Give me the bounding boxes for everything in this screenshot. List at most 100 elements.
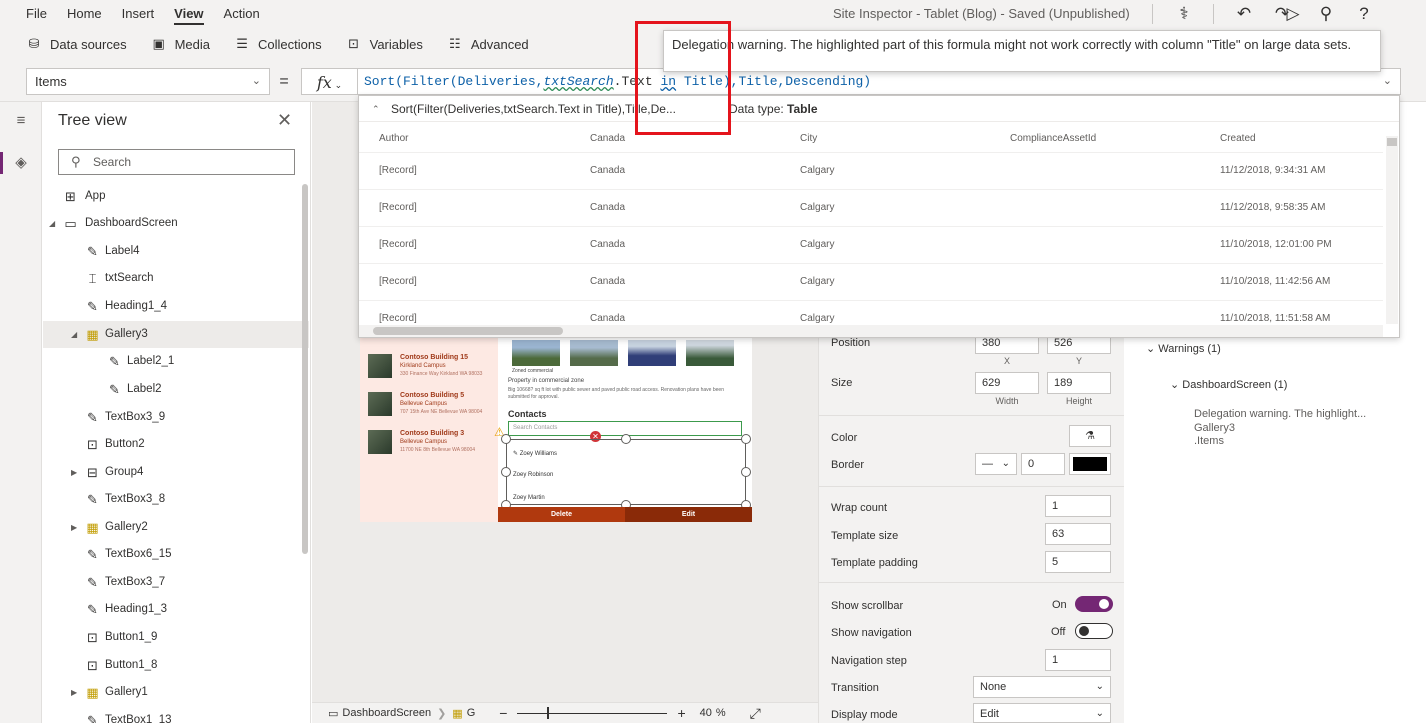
- building-campus: Bellevue Campus: [400, 401, 448, 407]
- contacts-gallery[interactable]: ✎ Zoey Williams Zoey Robinson Zoey Marti…: [506, 439, 746, 505]
- menu-file[interactable]: File: [0, 0, 57, 28]
- caret-down-icon[interactable]: ◢: [49, 210, 55, 237]
- building-item[interactable]: Contoso Building 15 Kirkland Campus 330 Fi…: [368, 354, 496, 392]
- zoom-slider[interactable]: [517, 706, 668, 719]
- undo-icon[interactable]: ↶: [1232, 2, 1256, 26]
- tree-node-heading1-4[interactable]: ✎ Heading1_4: [43, 293, 309, 320]
- delete-button[interactable]: Delete: [498, 507, 625, 522]
- height-input[interactable]: 189: [1047, 372, 1111, 394]
- edit-button[interactable]: Edit: [625, 507, 752, 522]
- zoom-out-button[interactable]: −: [499, 705, 507, 721]
- advanced-button[interactable]: ☷ Advanced: [447, 36, 529, 52]
- media-button[interactable]: ▣ Media: [151, 36, 210, 52]
- template-padding-input[interactable]: 5: [1045, 551, 1111, 573]
- display-mode-dropdown[interactable]: Edit ⌄: [973, 703, 1111, 723]
- width-input[interactable]: 629: [975, 372, 1039, 394]
- app-checker-icon[interactable]: ⚕: [1172, 2, 1196, 26]
- caret-down-icon[interactable]: ◢: [71, 321, 77, 348]
- tree-search-input[interactable]: ⚲ Search: [58, 149, 295, 175]
- tree-node-gallery2[interactable]: ▶ ▦ Gallery2: [43, 514, 309, 541]
- tree-node-dashboardscreen[interactable]: ◢ ▭ DashboardScreen: [43, 210, 309, 237]
- contact-item[interactable]: ✎ Zoey Williams: [513, 450, 557, 457]
- share-icon[interactable]: ⚲: [1314, 2, 1338, 26]
- warning-message[interactable]: Delegation warning. The highlight...: [1194, 408, 1366, 420]
- layers-icon[interactable]: ◈: [10, 152, 32, 174]
- tree-node-txtsearch[interactable]: ⌶ txtSearch: [43, 265, 309, 292]
- edit-contact-icon[interactable]: ✎: [513, 451, 520, 457]
- result-vertical-scrollbar[interactable]: [1386, 136, 1398, 324]
- resize-handle[interactable]: [501, 434, 511, 444]
- resize-handle[interactable]: [501, 467, 511, 477]
- caret-right-icon[interactable]: ▶: [71, 679, 77, 706]
- menu-view[interactable]: View: [164, 0, 213, 28]
- expand-formula-icon[interactable]: ⌄: [1383, 69, 1392, 94]
- fx-button[interactable]: fx ⌄: [301, 68, 357, 95]
- warnings-screen[interactable]: ⌄ DashboardScreen (1): [1170, 378, 1287, 391]
- tree-node-app[interactable]: ⊞ App: [43, 183, 309, 210]
- zoom-in-button[interactable]: +: [677, 705, 685, 721]
- breadcrumb-gallery[interactable]: G: [467, 707, 476, 719]
- app-preview[interactable]: Contoso Building 15 Kirkland Campus 330 Fi…: [360, 332, 752, 522]
- result-vertical-scroll-thumb[interactable]: [1387, 138, 1397, 146]
- close-icon[interactable]: ✕: [277, 110, 292, 131]
- tree-node-textbox3-9[interactable]: ✎ TextBox3_9: [43, 404, 309, 431]
- resize-handle[interactable]: [741, 434, 751, 444]
- tree-node-textbox1-13[interactable]: ✎ TextBox1_13: [43, 707, 309, 723]
- resize-handle[interactable]: [741, 467, 751, 477]
- tree-node-button2[interactable]: ⊡ Button2: [43, 431, 309, 458]
- property-dropdown[interactable]: Items ⌄: [26, 68, 270, 95]
- play-icon[interactable]: ▷: [1281, 2, 1305, 26]
- tree-scrollbar[interactable]: [302, 184, 308, 554]
- tree-node-label4[interactable]: ✎ Label4: [43, 238, 309, 265]
- menu-insert[interactable]: Insert: [112, 0, 165, 28]
- contact-item[interactable]: Zoey Robinson: [513, 472, 553, 478]
- show-scrollbar-toggle[interactable]: [1075, 596, 1113, 612]
- tree-node-label: Gallery1: [105, 686, 148, 698]
- table-row: [Record] Canada Calgary 11/10/2018, 11:5…: [359, 300, 1383, 325]
- building-item[interactable]: Contoso Building 5 Bellevue Campus 707 15t…: [368, 392, 496, 430]
- border-color-button[interactable]: [1069, 453, 1111, 475]
- tree-node-button1-9[interactable]: ⊡ Button1_9: [43, 624, 309, 651]
- variables-button[interactable]: ⊡ Variables: [346, 36, 423, 52]
- tree-node-textbox6-15[interactable]: ✎ TextBox6_15: [43, 541, 309, 568]
- data-sources-button[interactable]: ⛁ Data sources: [26, 36, 127, 52]
- caret-right-icon[interactable]: ▶: [71, 514, 77, 541]
- menu-action[interactable]: Action: [214, 0, 270, 28]
- tree-node-textbox3-7[interactable]: ✎ TextBox3_7: [43, 569, 309, 596]
- tree-node-button1-8[interactable]: ⊡ Button1_8: [43, 652, 309, 679]
- caret-right-icon[interactable]: ▶: [71, 459, 77, 486]
- tree-node-gallery3[interactable]: ◢ ▦ Gallery3: [43, 321, 309, 348]
- collapse-icon[interactable]: ⌃: [372, 96, 380, 122]
- label-icon: ✎: [87, 410, 98, 425]
- fit-to-window-icon[interactable]: ⤢: [750, 705, 761, 722]
- tree-node-label2[interactable]: ✎ Label2: [43, 376, 309, 403]
- formula-input[interactable]: Sort(Filter(Deliveries,txtSearch.Text in…: [357, 68, 1401, 95]
- contact-item[interactable]: Zoey Martin: [513, 495, 545, 501]
- menu-home[interactable]: Home: [57, 0, 112, 28]
- tree-node-textbox3-8[interactable]: ✎ TextBox3_8: [43, 486, 309, 513]
- template-size-input[interactable]: 63: [1045, 523, 1111, 545]
- warnings-header[interactable]: ⌄ Warnings (1): [1146, 342, 1221, 355]
- color-picker-button[interactable]: ⚗: [1069, 425, 1111, 447]
- tree-node-group4[interactable]: ▶ ⊟ Group4: [43, 459, 309, 486]
- wrap-count-input[interactable]: 1: [1045, 495, 1111, 517]
- transition-dropdown[interactable]: None ⌄: [973, 676, 1111, 698]
- table-row: [Record] Canada Calgary 11/10/2018, 11:4…: [359, 263, 1383, 300]
- resize-handle[interactable]: [621, 434, 631, 444]
- buildings-gallery[interactable]: Contoso Building 15 Kirkland Campus 330 Fi…: [360, 332, 498, 522]
- building-item[interactable]: Contoso Building 3 Bellevue Campus 11700 N…: [368, 430, 496, 468]
- border-style-dropdown[interactable]: — ⌄: [975, 453, 1017, 475]
- collections-button[interactable]: ☰ Collections: [234, 36, 321, 52]
- border-width-input[interactable]: 0: [1021, 453, 1065, 475]
- tree-node-gallery1[interactable]: ▶ ▦ Gallery1: [43, 679, 309, 706]
- result-horizontal-scroll-thumb[interactable]: [373, 327, 563, 335]
- zoom-slider-thumb[interactable]: [547, 706, 550, 719]
- navigation-step-input[interactable]: 1: [1045, 649, 1111, 671]
- tree-node-label2-1[interactable]: ✎ Label2_1: [43, 348, 309, 375]
- table-cell: Calgary: [800, 202, 835, 213]
- help-icon[interactable]: ?: [1352, 2, 1376, 26]
- tree-node-heading1-3[interactable]: ✎ Heading1_3: [43, 596, 309, 623]
- hamburger-icon[interactable]: ≡: [10, 110, 32, 132]
- breadcrumb-screen[interactable]: DashboardScreen: [342, 707, 431, 719]
- show-navigation-toggle[interactable]: [1075, 623, 1113, 639]
